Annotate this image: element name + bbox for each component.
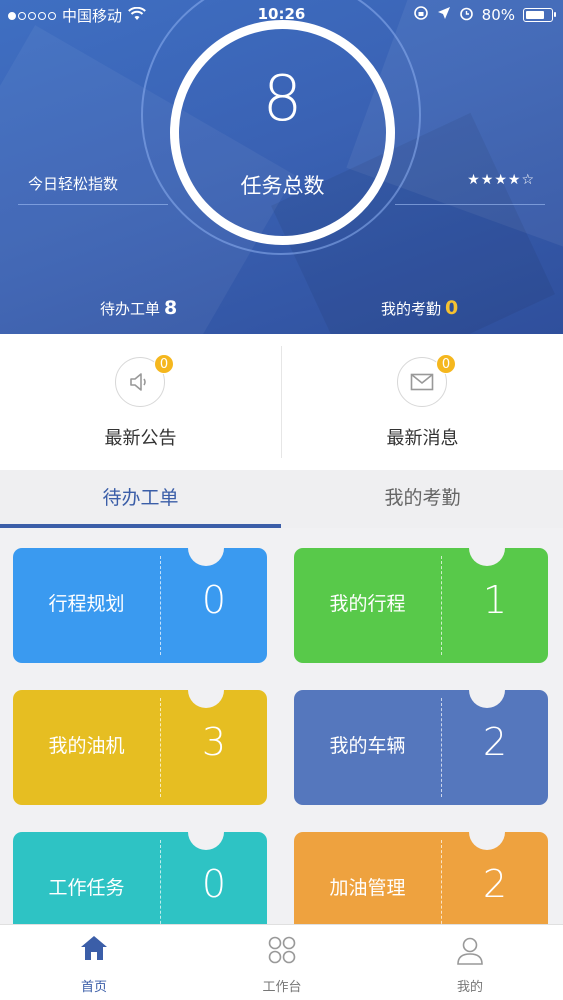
battery-icon bbox=[523, 8, 556, 22]
nav-profile-label: 我的 bbox=[456, 980, 483, 995]
attendance-count: 0 bbox=[445, 297, 459, 319]
grid-icon bbox=[188, 935, 376, 965]
card-my-vehicles[interactable]: 我的车辆 2 bbox=[294, 690, 548, 805]
nav-home-label: 首页 bbox=[80, 980, 107, 995]
card-title: 我的车辆 bbox=[329, 735, 406, 757]
card-count: 0 bbox=[201, 578, 227, 622]
tab-pending-orders[interactable]: 待办工单 bbox=[0, 470, 281, 528]
message-button[interactable]: 0 最新消息 bbox=[282, 334, 563, 470]
nav-home[interactable]: 首页 bbox=[0, 925, 188, 1000]
battery-percent: 80% bbox=[481, 6, 515, 24]
alarm-icon bbox=[459, 6, 474, 25]
total-tasks-count: 8 bbox=[262, 62, 303, 135]
card-title: 我的行程 bbox=[329, 593, 406, 615]
ease-index-label: 今日轻松指数 bbox=[28, 175, 119, 193]
nav-workbench-label: 工作台 bbox=[262, 980, 302, 995]
card-refuel-management[interactable]: 加油管理 2 bbox=[294, 832, 548, 924]
location-icon bbox=[437, 6, 451, 24]
attendance-label: 我的考勤 bbox=[381, 300, 442, 318]
lock-rotation-icon bbox=[413, 5, 429, 25]
card-title: 工作任务 bbox=[48, 877, 125, 899]
card-count: 3 bbox=[201, 720, 227, 764]
card-count: 2 bbox=[482, 862, 508, 906]
card-grid: 行程规划 0 我的行程 1 我的油机 3 我的车辆 2 工作任务 0 加油管理 … bbox=[0, 528, 563, 924]
tab-attendance[interactable]: 我的考勤 bbox=[282, 470, 563, 528]
divider-line bbox=[18, 204, 168, 205]
card-title: 行程规划 bbox=[48, 593, 125, 615]
card-my-trips[interactable]: 我的行程 1 bbox=[294, 548, 548, 663]
announcement-badge: 0 bbox=[154, 354, 174, 374]
card-work-tasks[interactable]: 工作任务 0 bbox=[13, 832, 267, 924]
card-my-generators[interactable]: 我的油机 3 bbox=[13, 690, 267, 805]
pending-orders-count: 8 bbox=[164, 297, 178, 319]
card-title: 我的油机 bbox=[48, 735, 125, 757]
pending-orders-stat[interactable]: 待办工单 8 bbox=[100, 297, 177, 319]
attendance-stat[interactable]: 我的考勤 0 bbox=[381, 297, 458, 319]
message-label: 最新消息 bbox=[386, 428, 459, 449]
announcement-button[interactable]: 0 最新公告 bbox=[0, 334, 281, 470]
notice-panel: 0 最新公告 0 最新消息 bbox=[0, 334, 563, 470]
home-icon bbox=[0, 935, 188, 961]
divider-line bbox=[395, 204, 545, 205]
user-icon bbox=[376, 935, 563, 965]
rating-stars: ★★★★☆ bbox=[467, 172, 535, 188]
total-tasks-label: 任务总数 bbox=[240, 174, 325, 198]
card-count: 0 bbox=[201, 862, 227, 906]
nav-workbench[interactable]: 工作台 bbox=[188, 925, 376, 1000]
hero-panel: 中国移动 10:26 80% 8 任务总数 今日轻松指数 ★★★★☆ 待办工单 8 bbox=[0, 0, 563, 334]
card-trip-planning[interactable]: 行程规划 0 bbox=[13, 548, 267, 663]
message-badge: 0 bbox=[436, 354, 456, 374]
pending-orders-label: 待办工单 bbox=[100, 300, 161, 318]
status-right: 80% bbox=[413, 5, 556, 25]
bottom-nav: 首页 工作台 我的 bbox=[0, 924, 563, 1000]
card-count: 2 bbox=[482, 720, 508, 764]
card-count: 1 bbox=[482, 578, 508, 622]
nav-profile[interactable]: 我的 bbox=[376, 925, 563, 1000]
card-title: 加油管理 bbox=[329, 877, 406, 899]
tab-bar: 待办工单 我的考勤 bbox=[0, 470, 563, 528]
announcement-label: 最新公告 bbox=[104, 428, 177, 449]
